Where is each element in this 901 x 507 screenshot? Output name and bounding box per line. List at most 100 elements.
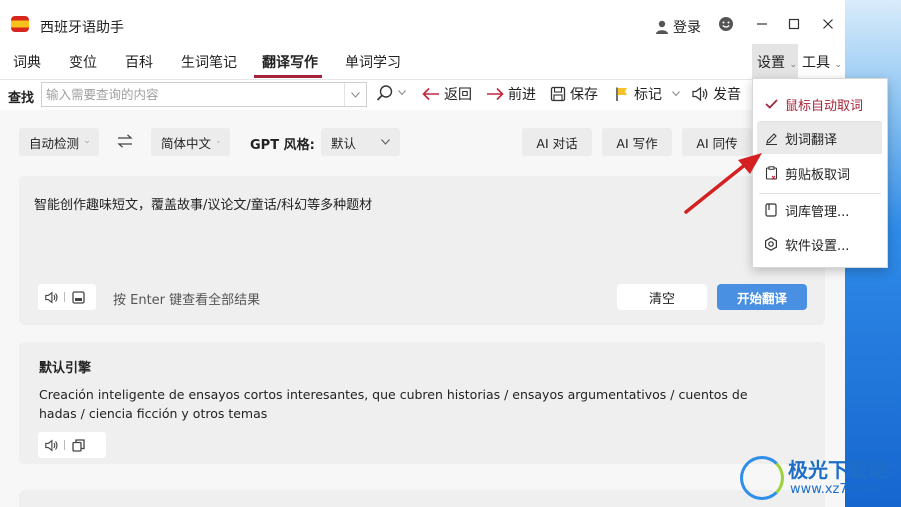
tab-encyclopedia[interactable]: 百科 bbox=[125, 52, 153, 72]
back-button[interactable]: 返回 bbox=[422, 84, 472, 104]
forward-label: 前进 bbox=[508, 87, 536, 103]
speak-button[interactable]: 发音 bbox=[691, 84, 741, 104]
chevron-down-icon bbox=[381, 139, 390, 145]
result-copy-button[interactable] bbox=[65, 432, 91, 458]
tab-word-learning[interactable]: 单词学习 bbox=[345, 52, 401, 72]
clear-button[interactable]: 清空 bbox=[617, 284, 707, 310]
chevron-down-icon bbox=[398, 90, 406, 96]
input-paste-button[interactable] bbox=[65, 284, 91, 310]
arrow-right-icon bbox=[487, 87, 504, 101]
app-title: 西班牙语助手 bbox=[40, 20, 124, 36]
copy-icon bbox=[71, 438, 85, 452]
arrow-left-icon bbox=[422, 87, 439, 101]
flag-icon bbox=[616, 87, 627, 101]
result-card: 默认引擎 Creación inteligente de ensayos cor… bbox=[19, 342, 825, 464]
ai-write-button[interactable]: AI 写作 bbox=[602, 128, 672, 156]
enter-hint: 按 Enter 键查看全部结果 bbox=[113, 293, 261, 308]
engine-title: 默认引擎 bbox=[39, 361, 92, 376]
toolbar: 查找 返回 前进 bbox=[0, 79, 845, 109]
tab-dictionary[interactable]: 词典 bbox=[13, 52, 41, 72]
watermark-logo-icon bbox=[740, 456, 784, 500]
menu-software-settings[interactable]: 软件设置... bbox=[757, 228, 882, 260]
tab-tools-label: 工具 bbox=[802, 55, 830, 71]
menu-select-translate[interactable]: 划词翻译 bbox=[757, 122, 882, 154]
gpt-style-select[interactable]: 默认 bbox=[321, 128, 400, 156]
menu-clipboard-capture-label: 剪贴板取词 bbox=[785, 167, 851, 183]
source-language-select[interactable]: 自动检测 bbox=[19, 128, 99, 156]
menu-library-manage[interactable]: 词库管理... bbox=[757, 194, 882, 226]
login-button[interactable]: 登录 bbox=[655, 17, 701, 37]
watermark-text: 极光下载站 bbox=[788, 458, 888, 482]
swap-languages-icon[interactable] bbox=[117, 134, 133, 148]
menu-auto-capture-label: 鼠标自动取词 bbox=[785, 98, 864, 114]
site-watermark: 极光下载站 www.xz7.com bbox=[735, 448, 901, 504]
forward-button[interactable]: 前进 bbox=[486, 84, 536, 104]
menu-library-manage-label: 词库管理... bbox=[785, 204, 850, 220]
mark-button[interactable]: 标记 bbox=[614, 84, 680, 104]
menu-software-settings-label: 软件设置... bbox=[785, 238, 850, 254]
title-bar: 西班牙语助手 登录 bbox=[0, 0, 845, 44]
input-actions bbox=[38, 284, 96, 310]
search-button[interactable] bbox=[376, 84, 406, 102]
menu-auto-capture[interactable]: 鼠标自动取词 bbox=[757, 88, 882, 120]
chevron-down-icon bbox=[217, 141, 220, 143]
watermark-url: www.xz7.com bbox=[790, 482, 880, 497]
close-icon[interactable] bbox=[820, 16, 836, 32]
speak-label: 发音 bbox=[713, 87, 741, 103]
start-translate-button[interactable]: 开始翻译 bbox=[717, 284, 807, 310]
main-nav: 词典 变位 百科 生词笔记 翻译写作 单词学习 设置 ⌄ 工具 ⌄ bbox=[0, 46, 845, 78]
chevron-down-icon bbox=[672, 91, 680, 97]
search-history-dropdown[interactable] bbox=[344, 83, 366, 106]
gpt-style-label: GPT 风格: bbox=[250, 138, 315, 153]
source-language-value: 自动检测 bbox=[29, 135, 80, 151]
gear-icon bbox=[765, 237, 777, 251]
chevron-down-icon bbox=[85, 140, 89, 144]
speaker-icon bbox=[692, 86, 708, 102]
save-floppy-icon bbox=[550, 86, 566, 102]
search-icon bbox=[376, 85, 393, 101]
save-label: 保存 bbox=[570, 87, 598, 103]
mark-label: 标记 bbox=[634, 87, 662, 103]
translation-result: Creación inteligente de ensayos cortos i… bbox=[39, 387, 748, 421]
target-language-select[interactable]: 简体中文 bbox=[151, 128, 230, 156]
speaker-icon bbox=[44, 438, 58, 452]
minimize-icon[interactable] bbox=[754, 16, 770, 32]
tab-settings-label: 设置 bbox=[757, 55, 785, 71]
chevron-down-icon: ⌄ bbox=[834, 60, 842, 70]
active-tab-indicator bbox=[254, 75, 322, 78]
gpt-style-value: 默认 bbox=[331, 135, 357, 151]
tab-tools[interactable]: 工具 ⌄ bbox=[802, 52, 842, 72]
source-text-input[interactable]: 智能创作趣味短文，覆盖故事/议论文/童话/科幻等多种题材 bbox=[34, 194, 372, 213]
search-input[interactable] bbox=[42, 83, 342, 106]
app-window: 西班牙语助手 登录 词典 变位 百科 生词笔记 翻译写作 单词学习 设置 ⌄ 工… bbox=[0, 0, 845, 507]
pen-icon bbox=[765, 132, 777, 145]
back-label: 返回 bbox=[444, 87, 472, 103]
menu-clipboard-capture[interactable]: 剪贴板取词 bbox=[757, 157, 882, 189]
result-speak-button[interactable] bbox=[38, 432, 64, 458]
tab-vocab-notes[interactable]: 生词笔记 bbox=[181, 52, 237, 72]
tab-settings[interactable]: 设置 ⌄ bbox=[757, 52, 797, 72]
search-box bbox=[41, 82, 367, 107]
speaker-icon bbox=[44, 290, 58, 304]
ai-chat-button[interactable]: AI 对话 bbox=[522, 128, 592, 156]
save-button[interactable]: 保存 bbox=[550, 84, 598, 104]
input-speak-button[interactable] bbox=[38, 284, 64, 310]
search-label: 查找 bbox=[8, 91, 35, 106]
user-icon bbox=[656, 20, 668, 34]
maximize-icon[interactable] bbox=[786, 16, 802, 32]
tab-conjugation[interactable]: 变位 bbox=[69, 52, 97, 72]
result-actions bbox=[38, 432, 106, 458]
clipboard-icon bbox=[71, 290, 85, 304]
chevron-down-icon bbox=[351, 91, 360, 98]
target-language-value: 简体中文 bbox=[161, 135, 212, 151]
settings-menu: 鼠标自动取词 划词翻译 剪贴板取词 词库管理... 软件设置... bbox=[752, 78, 888, 268]
annotation-arrow bbox=[684, 153, 762, 214]
menu-select-translate-label: 划词翻译 bbox=[785, 132, 838, 148]
checkmark-icon bbox=[764, 99, 778, 109]
chevron-down-icon: ⌄ bbox=[789, 60, 797, 70]
tab-translate-write[interactable]: 翻译写作 bbox=[262, 52, 318, 72]
login-label: 登录 bbox=[673, 20, 701, 36]
result-card bbox=[19, 490, 825, 507]
feedback-smile-icon[interactable] bbox=[718, 16, 734, 32]
app-logo-icon bbox=[11, 16, 29, 32]
